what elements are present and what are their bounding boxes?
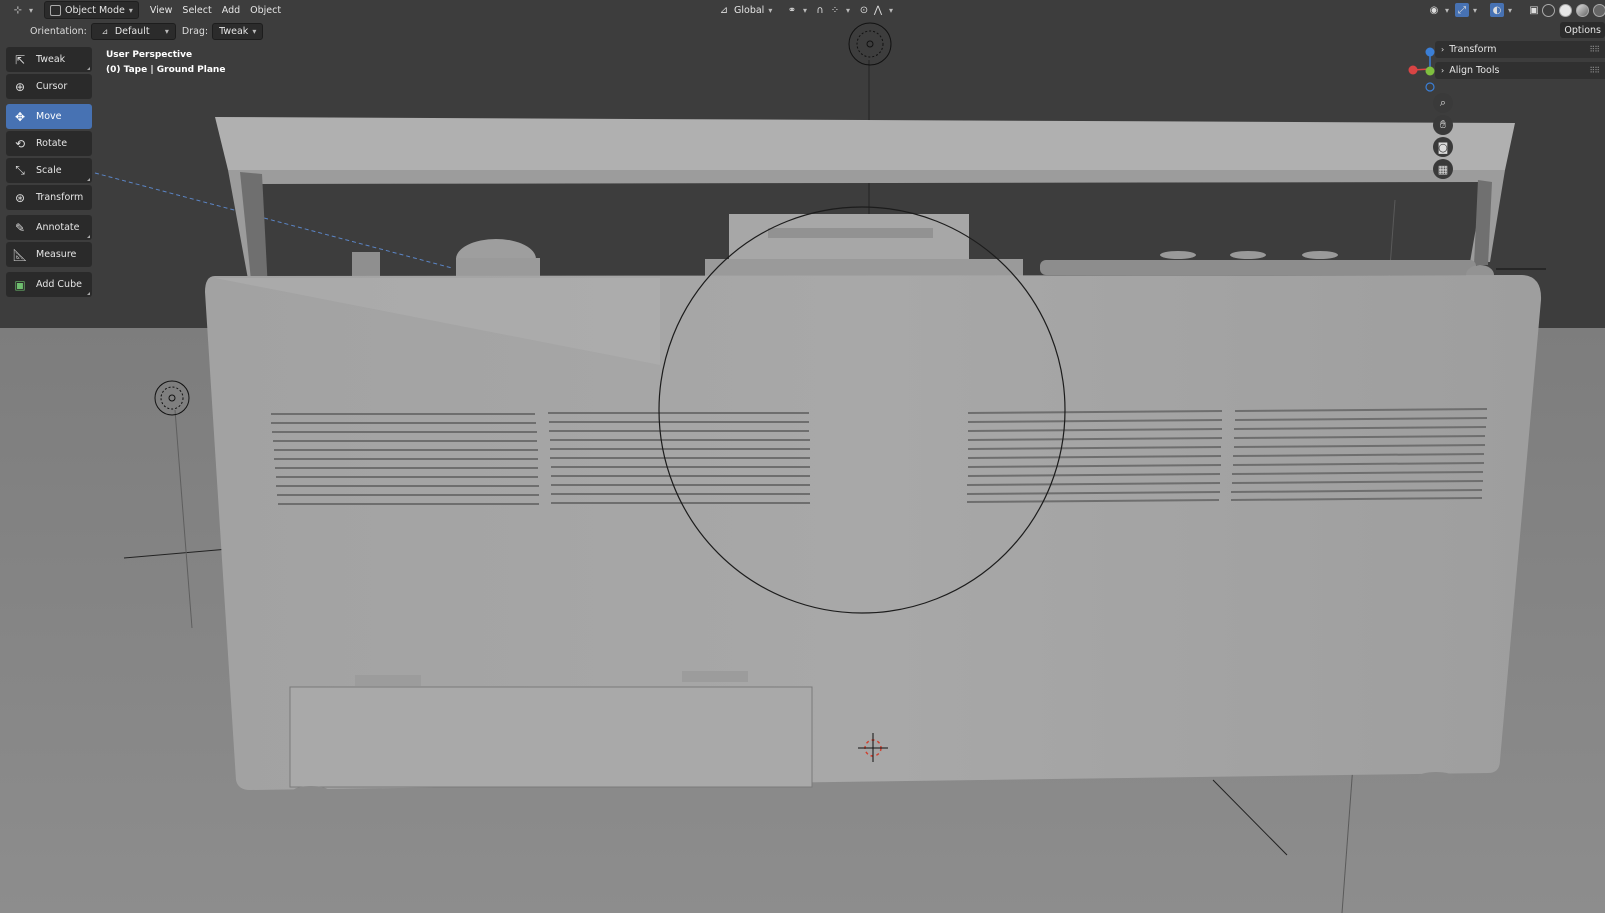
- drag-handle-icon[interactable]: ⠿⠿: [1589, 66, 1600, 75]
- active-object-label: (0) Tape | Ground Plane: [106, 65, 226, 75]
- orientation-global-label: Global: [734, 4, 765, 16]
- tool-rotate[interactable]: ⟲ Rotate: [6, 131, 92, 156]
- tool-move[interactable]: ✥ Move: [6, 104, 92, 129]
- panel-transform[interactable]: › Transform ⠿⠿: [1435, 41, 1605, 58]
- chevron-down-icon: ▾: [252, 26, 257, 36]
- xray-icon: ▣: [1529, 4, 1539, 16]
- tool-transform[interactable]: ⊛ Transform: [6, 185, 92, 210]
- tool-shelf: ⇱ Tweak ⊕ Cursor ✥ Move ⟲ Rotate ⤡ Scale ⊛ Tra…: [6, 47, 92, 299]
- viewport-info: User Perspective (0) Tape | Ground Plane: [106, 48, 225, 78]
- pan-hand-icon[interactable]: ✋︎: [1433, 115, 1453, 135]
- scene-render[interactable]: [0, 0, 1605, 913]
- chevron-down-icon: ▾: [1473, 5, 1478, 15]
- tool-tweak[interactable]: ⇱ Tweak: [6, 47, 92, 72]
- menu-object[interactable]: Object: [245, 2, 286, 18]
- drag-handle-icon[interactable]: ⠿⠿: [1589, 45, 1600, 54]
- solid-shading-icon[interactable]: [1559, 4, 1572, 17]
- tool-label: Scale: [36, 165, 62, 176]
- chevron-right-icon: ›: [1441, 45, 1445, 54]
- snap-grid-icon: ⁘: [830, 4, 840, 16]
- tool-cursor[interactable]: ⊕ Cursor: [6, 74, 92, 99]
- tool-label: Transform: [36, 192, 84, 203]
- pivot-icon: ⚭: [787, 4, 797, 16]
- falloff-curve-icon: ⋀: [873, 4, 883, 16]
- options-button[interactable]: Options: [1560, 22, 1605, 38]
- eye-icon: ◉: [1429, 4, 1439, 16]
- chevron-down-icon: ▾: [128, 5, 133, 15]
- drag-dropdown[interactable]: Tweak ▾: [212, 22, 264, 40]
- move-icon: ✥: [14, 109, 26, 124]
- menu-add[interactable]: Add: [217, 2, 245, 18]
- orientation-label: Orientation:: [30, 25, 87, 37]
- add-cube-icon: ▣: [14, 277, 26, 292]
- orientation-dropdown[interactable]: ⊿ Default ▾: [90, 22, 176, 40]
- tool-measure[interactable]: 📐︎ Measure: [6, 242, 92, 267]
- panel-label: Align Tools: [1449, 65, 1500, 76]
- measure-icon: 📐︎: [12, 247, 28, 262]
- drag-label: Drag:: [181, 25, 209, 37]
- chevron-down-icon: ▾: [803, 5, 808, 15]
- tool-add-cube[interactable]: ▣ Add Cube: [6, 272, 92, 297]
- panel-label: Transform: [1449, 44, 1497, 55]
- drag-value: Tweak: [219, 25, 249, 37]
- material-shading-icon[interactable]: [1576, 4, 1589, 17]
- snap-target-button[interactable]: ⁘ ▾: [823, 2, 855, 18]
- scale-icon: ⤡: [15, 163, 25, 177]
- tool-label: Tweak: [36, 54, 66, 65]
- wireframe-shading-icon[interactable]: [1542, 4, 1555, 17]
- rendered-shading-icon[interactable]: [1593, 4, 1605, 17]
- axis-editor-icon: ⊹: [13, 4, 23, 16]
- tweak-icon: ⇱: [14, 52, 26, 67]
- menu-view[interactable]: View: [145, 2, 178, 18]
- gizmo-toggle[interactable]: ⤢ ▾: [1450, 2, 1482, 18]
- 3d-viewport[interactable]: ⊹ ▾ Object Mode ▾ View Select Add Object …: [0, 0, 1605, 913]
- shading-modes: [1540, 4, 1605, 17]
- tool-label: Cursor: [36, 81, 68, 92]
- tool-label: Add Cube: [36, 279, 82, 290]
- mode-dropdown[interactable]: Object Mode ▾: [44, 1, 139, 19]
- overlays-toggle[interactable]: ◐ ▾: [1485, 2, 1517, 18]
- annotate-icon: ✎: [14, 220, 26, 235]
- orientation-icon: ⊿: [101, 26, 109, 36]
- mode-label: Object Mode: [65, 4, 125, 16]
- chevron-down-icon: ▾: [1445, 5, 1450, 15]
- menu-select[interactable]: Select: [177, 2, 216, 18]
- editor-type-button[interactable]: ⊹ ▾: [6, 2, 38, 18]
- orientation-value: Default: [114, 25, 150, 37]
- chevron-down-icon: ▾: [768, 5, 773, 15]
- transform-orientation-dropdown[interactable]: ⊿ Global ▾: [712, 2, 777, 18]
- view-perspective-label: User Perspective: [106, 50, 193, 60]
- tool-annotate[interactable]: ✎ Annotate: [6, 215, 92, 240]
- chevron-down-icon: ▾: [889, 5, 894, 15]
- chevron-down-icon: ▾: [1508, 5, 1513, 15]
- overlays-icon: ◐: [1490, 3, 1504, 17]
- tool-settings-bar: Orientation: ⊿ Default ▾ Drag: Tweak ▾: [0, 21, 1605, 41]
- viewport-header: ⊹ ▾ Object Mode ▾ View Select Add Object …: [0, 0, 1605, 20]
- camera-view-icon[interactable]: ◙: [1433, 137, 1453, 157]
- chevron-down-icon: ▾: [164, 26, 169, 36]
- transform-icon: ⊛: [14, 190, 26, 205]
- tool-scale[interactable]: ⤡ Scale: [6, 158, 92, 183]
- tool-label: Move: [36, 111, 62, 122]
- tool-label: Measure: [36, 249, 77, 260]
- zoom-icon[interactable]: ⌕: [1433, 93, 1453, 113]
- falloff-button[interactable]: ⋀ ▾: [866, 2, 898, 18]
- cursor-icon: ⊕: [14, 79, 26, 94]
- object-mode-icon: [50, 4, 62, 16]
- gizmo-icon: ⤢: [1455, 3, 1469, 17]
- perspective-grid-icon[interactable]: ▦: [1433, 159, 1453, 179]
- tool-label: Annotate: [36, 222, 80, 233]
- panel-align-tools[interactable]: › Align Tools ⠿⠿: [1435, 62, 1605, 79]
- tool-label: Rotate: [36, 138, 68, 149]
- chevron-down-icon: ▾: [29, 5, 34, 15]
- chevron-right-icon: ›: [1441, 66, 1445, 75]
- rotate-icon: ⟲: [14, 136, 26, 151]
- chevron-down-icon: ▾: [846, 5, 851, 15]
- sidebar-panel: › Transform ⠿⠿ › Align Tools ⠿⠿: [1435, 41, 1605, 83]
- orientation-icon: ⊿: [719, 4, 729, 16]
